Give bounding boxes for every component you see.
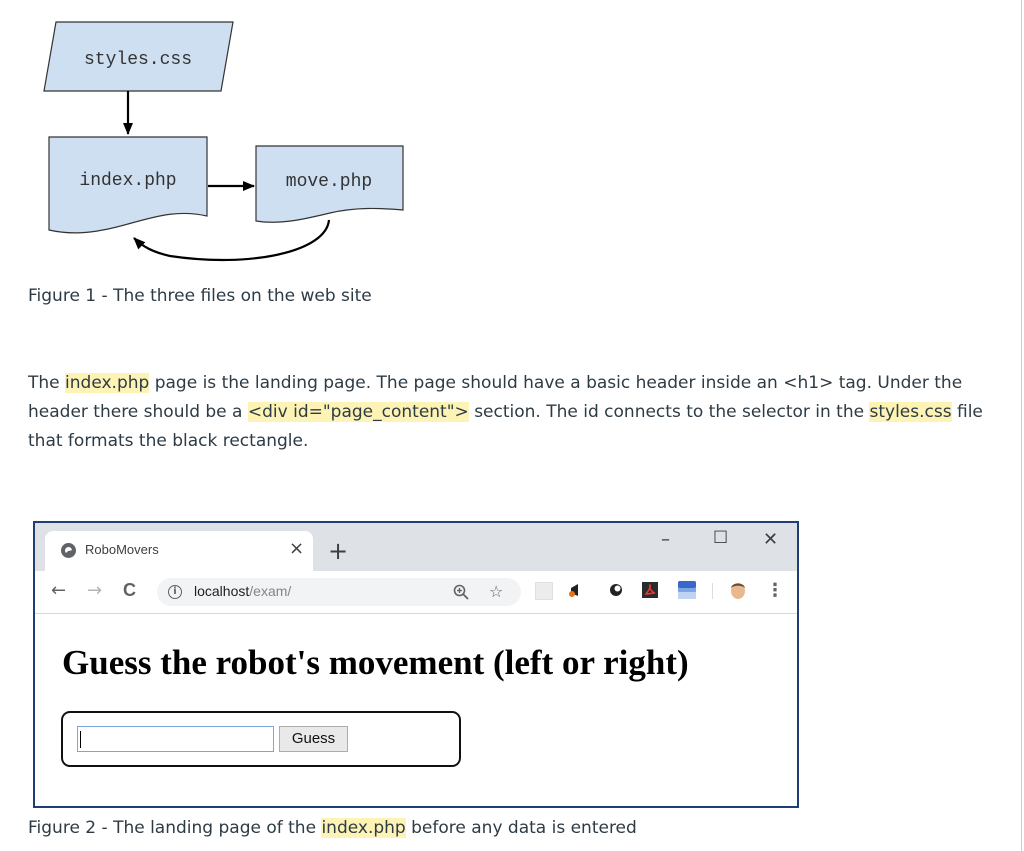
styles-node-label: styles.css xyxy=(84,50,192,70)
index-node-label: index.php xyxy=(79,171,176,191)
toolbar-divider xyxy=(712,583,713,599)
description-paragraph: The index.php page is the landing page. … xyxy=(28,369,988,456)
highlight-div-page-content: <div id="page_content"> xyxy=(247,402,469,422)
browser-tab[interactable]: RoboMovers × xyxy=(45,531,313,571)
move-node-label: move.php xyxy=(286,172,372,192)
browser-menu-icon[interactable]: ⋮ xyxy=(766,580,784,601)
extension-orange-icon[interactable] xyxy=(568,582,584,598)
para-text-1: The xyxy=(28,373,66,393)
highlight-styles-css: styles.css xyxy=(869,402,952,422)
figure2-caption-pre: Figure 2 - The landing page of the xyxy=(28,818,322,838)
figure2-caption-highlight: index.php xyxy=(321,818,406,838)
extension-blank-icon[interactable] xyxy=(535,582,553,600)
browser-toolbar: ← → C i localhost/exam/ ☆ ⋮ xyxy=(35,571,797,614)
guess-button[interactable]: Guess xyxy=(279,726,348,752)
info-icon[interactable]: i xyxy=(168,585,182,599)
url-text: localhost/exam/ xyxy=(194,583,291,599)
highlight-index-php: index.php xyxy=(65,373,150,393)
page-edge xyxy=(1021,0,1022,851)
figure1-caption: Figure 1 - The three files on the web si… xyxy=(28,286,372,306)
arrow-move-to-index xyxy=(133,219,331,262)
bookmark-star-icon[interactable]: ☆ xyxy=(489,582,503,601)
calendar-extension-icon[interactable] xyxy=(676,579,698,601)
new-tab-button[interactable]: + xyxy=(328,539,348,563)
back-button[interactable]: ← xyxy=(51,580,66,601)
pdf-extension-icon[interactable] xyxy=(642,582,658,598)
page-content-box: Guess xyxy=(61,711,461,767)
globe-icon xyxy=(61,543,76,558)
extension-circle-icon[interactable] xyxy=(608,582,624,598)
figure2-caption-post: before any data is entered xyxy=(405,818,637,838)
address-bar[interactable]: i localhost/exam/ ☆ xyxy=(157,578,521,606)
zoom-icon[interactable] xyxy=(453,584,469,600)
page-heading: Guess the robot's movement (left or righ… xyxy=(62,643,689,682)
maximize-button[interactable]: ☐ xyxy=(713,528,728,548)
figure2-caption: Figure 2 - The landing page of the index… xyxy=(28,818,637,838)
close-window-button[interactable]: ✕ xyxy=(763,529,778,550)
tab-title: RoboMovers xyxy=(85,542,159,557)
tab-close-icon[interactable]: × xyxy=(289,539,304,559)
reload-button[interactable]: C xyxy=(123,580,136,601)
figure1-diagram: styles.css index.php move.php xyxy=(43,21,404,262)
figure2-browser-screenshot: RoboMovers × + – ☐ ✕ ← → C i localhost/e… xyxy=(33,521,799,808)
url-host: localhost xyxy=(194,583,250,599)
browser-titlebar: RoboMovers × + – ☐ ✕ xyxy=(35,523,797,571)
profile-avatar-icon[interactable] xyxy=(728,580,748,600)
minimize-button[interactable]: – xyxy=(661,529,670,550)
para-text-3: section. The id connects to the selector… xyxy=(468,402,870,422)
guess-input[interactable] xyxy=(77,726,274,752)
forward-button[interactable]: → xyxy=(87,580,102,601)
url-path: /exam/ xyxy=(249,583,292,599)
